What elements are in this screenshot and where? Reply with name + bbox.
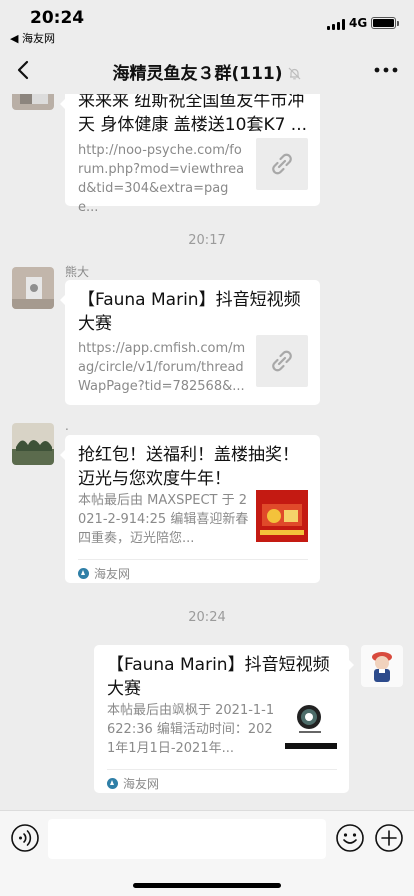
avatar[interactable] [12,267,54,309]
more-icon [374,67,398,73]
more-button[interactable] [372,60,400,80]
add-button[interactable] [374,823,404,853]
card-title: 抢红包！送福利！盖楼抽奖！迈光与您欢度牛年！ [78,445,299,489]
battery-icon [371,17,399,29]
chat-title: 海精灵鱼友３群(111) [0,59,414,84]
chat-header: 海精灵鱼友３群(111) [0,46,414,94]
voice-button[interactable] [10,823,40,853]
avatar-photo [12,94,54,110]
avatar[interactable] [12,94,54,110]
card-title: 【Fauna Marin】抖音短视频大赛 [107,655,330,699]
card-description: http://noo-psyche.com/forum.php?mod=view… [78,143,245,215]
emoji-icon [336,824,364,852]
avatar[interactable] [361,645,403,687]
avatar-photo [12,423,54,465]
link-icon [272,153,292,175]
card-description: 本帖最后由飒枫于 2021-1-1622:36 编辑活动时间：2021年1月1日… [107,703,275,756]
link-thumbnail [256,490,308,542]
network-type: 4G [349,16,368,30]
qr-code-image [285,697,337,749]
link-thumbnail [256,335,308,387]
avatar-photo [361,645,403,687]
status-bar: 20:24 ◀ 海友网 4G [0,0,414,46]
input-bar [0,810,414,896]
timestamp: 20:17 [188,233,226,248]
chat-area[interactable]: 来来来 纽斯祝全国鱼友牛市冲天 身体健康 盖楼送10套K7 ... http:/… [0,94,414,810]
avatar-photo [12,267,54,309]
card-source: 海友网 [78,565,130,582]
link-thumbnail [256,138,308,190]
source-name: 海友网 [94,567,131,581]
link-card[interactable]: 【Fauna Marin】抖音短视频大赛 https://app.cmfish.… [60,280,320,405]
promo-image [256,490,308,542]
source-logo-icon [78,568,89,579]
card-description: 本帖最后由 MAXSPECT 于 2021-2-914:25 编辑喜迎新春四重奏… [78,493,249,546]
card-source: 海友网 [107,775,159,792]
card-divider [107,769,337,770]
sender-name: 熊大 [65,265,90,279]
timestamp: 20:24 [188,610,226,625]
message-input[interactable] [48,819,326,859]
source-name: 海友网 [123,777,160,791]
voice-icon [11,824,39,852]
card-title: 来来来 纽斯祝全国鱼友牛市冲天 身体健康 盖楼送10套K7 ... [78,94,308,135]
card-description: https://app.cmfish.com/mag/circle/v1/for… [78,341,246,394]
home-indicator [133,883,281,888]
add-icon [375,824,403,852]
link-card[interactable]: 抢红包！送福利！盖楼抽奖！迈光与您欢度牛年！ 本帖最后由 MAXSPECT 于 … [60,435,320,583]
link-thumbnail [285,697,337,749]
link-icon [272,350,292,372]
link-card[interactable]: 来来来 纽斯祝全国鱼友牛市冲天 身体健康 盖楼送10套K7 ... http:/… [60,94,320,215]
source-logo-icon [107,778,118,789]
signal-icon [327,19,345,30]
avatar[interactable] [12,423,54,465]
link-card[interactable]: 【Fauna Marin】抖音短视频大赛 本帖最后由飒枫于 2021-1-162… [94,645,354,793]
card-title: 【Fauna Marin】抖音短视频大赛 [78,290,301,334]
status-time: 20:24 [30,8,85,28]
chat-title-text: 海精灵鱼友３群(111) [112,64,283,84]
sender-name: . [65,419,69,433]
card-divider [78,559,308,560]
emoji-button[interactable] [335,823,365,853]
bell-off-icon [288,67,300,80]
back-to-app-link[interactable]: ◀ 海友网 [10,30,55,46]
